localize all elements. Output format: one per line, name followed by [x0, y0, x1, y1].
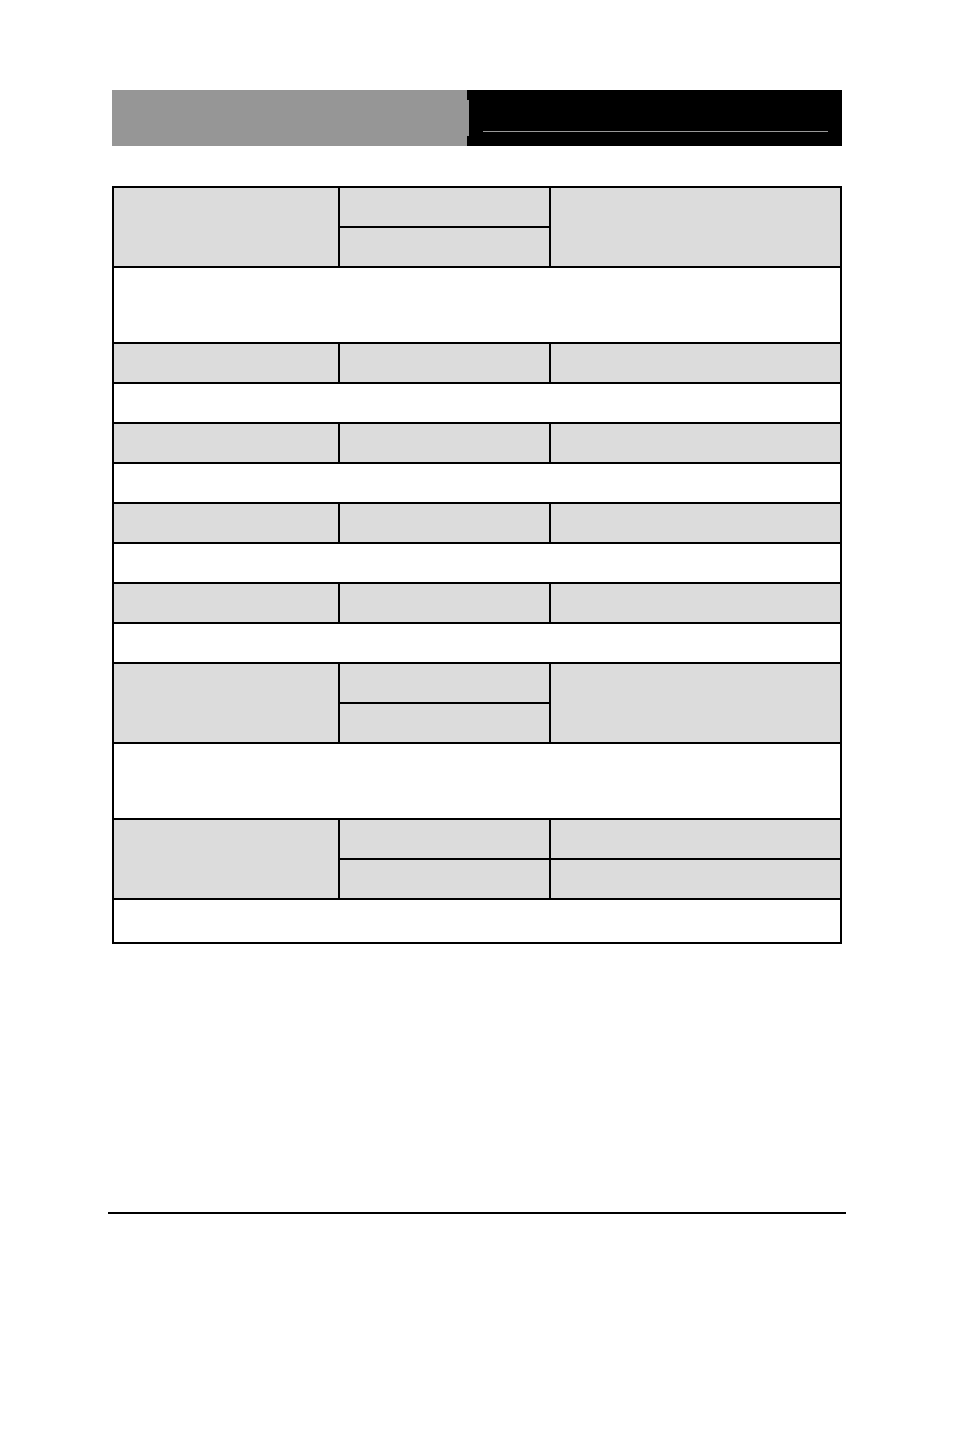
- cell-r7-mid: [339, 503, 550, 543]
- cell-r3-left: [113, 343, 339, 383]
- cell-r9-right: [550, 583, 841, 623]
- footer-rule: [108, 1212, 846, 1214]
- cell-r11-mid-top: [339, 663, 550, 703]
- cell-r7-left: [113, 503, 339, 543]
- header-banner: [112, 90, 842, 146]
- cell-r11-right: [550, 663, 841, 743]
- header-banner-left: [112, 90, 469, 146]
- form-table: [112, 186, 842, 944]
- cell-r14-full: [113, 899, 841, 943]
- cell-r1-mid-bottom: [339, 227, 550, 267]
- cell-r5-right: [550, 423, 841, 463]
- cell-r13-left: [113, 819, 339, 899]
- cell-r4-full: [113, 383, 841, 423]
- cell-r3-right: [550, 343, 841, 383]
- cell-r1-left: [113, 187, 339, 267]
- cell-r13-right-bottom: [550, 859, 841, 899]
- cell-r13-mid-top: [339, 819, 550, 859]
- cell-r5-left: [113, 423, 339, 463]
- cell-r3-mid: [339, 343, 550, 383]
- cell-r5-mid: [339, 423, 550, 463]
- cell-r1-mid-top: [339, 187, 550, 227]
- cell-r9-mid: [339, 583, 550, 623]
- header-banner-right: [469, 90, 842, 146]
- cell-r13-mid-bottom: [339, 859, 550, 899]
- cell-r6-full: [113, 463, 841, 503]
- cell-r9-left: [113, 583, 339, 623]
- cell-r2-full: [113, 267, 841, 343]
- page-container: [0, 0, 954, 944]
- cell-r10-full: [113, 623, 841, 663]
- cell-r7-right: [550, 503, 841, 543]
- cell-r11-mid-bottom: [339, 703, 550, 743]
- cell-r11-left: [113, 663, 339, 743]
- cell-r12-full: [113, 743, 841, 819]
- cell-r8-full: [113, 543, 841, 583]
- cell-r1-right: [550, 187, 841, 267]
- cell-r13-right-top: [550, 819, 841, 859]
